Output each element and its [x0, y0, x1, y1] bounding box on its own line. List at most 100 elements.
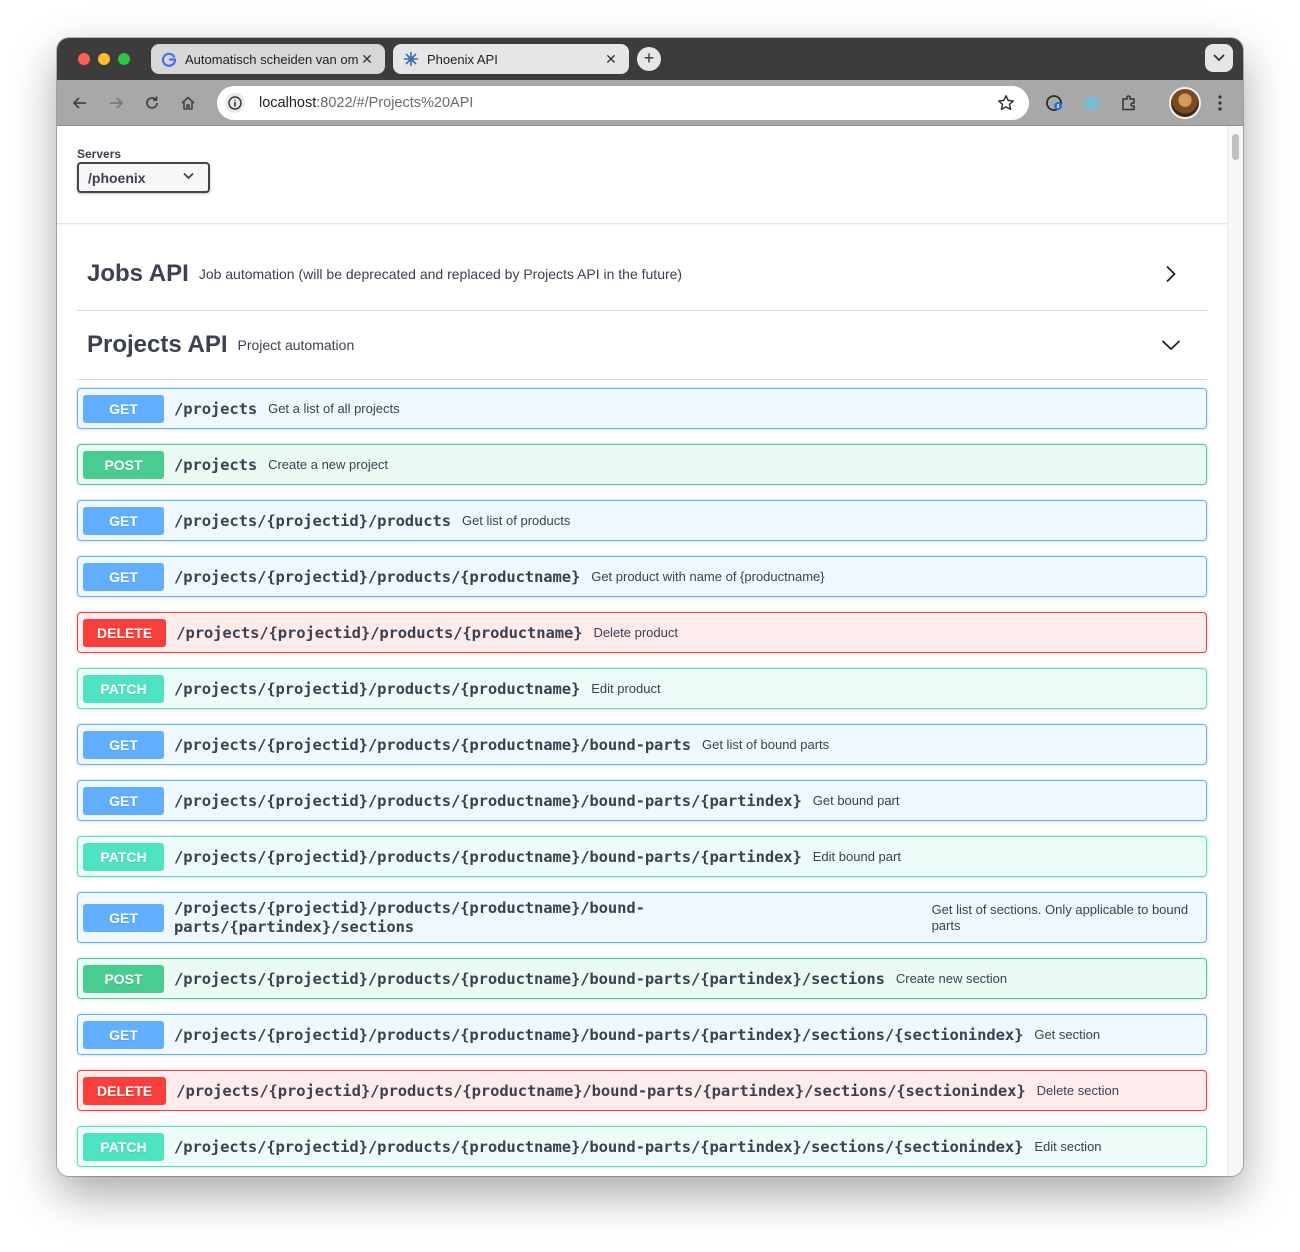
home-button[interactable]: [178, 93, 198, 113]
operation-row[interactable]: POST /projects/{projectid}/products/{pro…: [77, 958, 1207, 999]
operation-row[interactable]: GET /projects/{projectid}/products/{prod…: [77, 1014, 1207, 1055]
minimize-window-button[interactable]: [98, 53, 110, 65]
react-devtools-extension-icon[interactable]: [1082, 93, 1102, 113]
tag-name: Jobs API: [87, 260, 189, 287]
operation-summary: Delete product: [593, 625, 678, 640]
extensions-puzzle-icon[interactable]: [1119, 93, 1139, 113]
browser-window: Automatisch scheiden van om ✕ Phoenix AP…: [57, 38, 1243, 1176]
operation-summary: Get list of products: [461, 513, 571, 528]
operation-summary: Get list of bound parts: [701, 737, 830, 752]
servers-label: Servers: [77, 147, 122, 161]
operation-path: /projects/{projectid}/products/{productn…: [176, 1081, 1026, 1100]
operation-summary: Create a new project: [268, 457, 389, 472]
close-tab-icon[interactable]: ✕: [359, 51, 375, 68]
method-badge: PATCH: [83, 674, 164, 703]
operation-row[interactable]: POST /projects Create a new project: [77, 444, 1207, 485]
operation-summary: Edit bound part: [812, 849, 901, 864]
more-vertical-icon: [1218, 95, 1222, 111]
operations-list: GET /projects Get a list of all projects…: [77, 388, 1207, 1176]
chevron-down-icon[interactable]: [1161, 335, 1181, 355]
page-scrollbar[interactable]: [1227, 126, 1243, 1176]
operation-summary: Edit product: [591, 681, 661, 696]
operation-summary: Get a list of all projects: [268, 401, 400, 416]
method-badge: POST: [83, 964, 164, 993]
operation-row[interactable]: PATCH /projects/{projectid}/products/{pr…: [77, 1126, 1207, 1167]
bookmark-star-icon[interactable]: [997, 94, 1015, 116]
method-badge: DELETE: [83, 618, 167, 647]
operation-path: /projects/{projectid}/products/{productn…: [174, 969, 885, 988]
chevron-right-icon[interactable]: [1161, 264, 1181, 284]
tab-automatisch-scheiden[interactable]: Automatisch scheiden van om ✕: [151, 44, 385, 74]
operation-path: /projects/{projectid}/products/{productn…: [174, 567, 581, 586]
tab-search-button[interactable]: [1205, 44, 1233, 72]
operation-summary: Edit section: [1034, 1139, 1102, 1154]
tab-strip: Automatisch scheiden van om ✕ Phoenix AP…: [57, 38, 1243, 80]
operation-path: /projects/{projectid}/products/{productn…: [174, 679, 581, 698]
method-badge: GET: [83, 394, 164, 423]
operation-path: /projects/{projectid}/products/{productn…: [174, 1137, 1024, 1156]
phoenix-favicon-icon: [403, 51, 419, 67]
operation-summary: Get bound part: [812, 793, 900, 808]
operation-row[interactable]: GET /projects Get a list of all projects: [77, 388, 1207, 429]
password-manager-extension-icon[interactable]: [1045, 93, 1065, 113]
method-badge: GET: [83, 562, 164, 591]
servers-select[interactable]: /phoenix: [77, 162, 210, 193]
tag-projects-api[interactable]: Projects API Project automation: [77, 311, 1207, 380]
method-badge: PATCH: [83, 1132, 164, 1161]
operation-summary: Get list of sections. Only applicable to…: [931, 901, 1189, 933]
operation-path: /projects/{projectid}/products/{productn…: [174, 735, 691, 754]
forward-button[interactable]: [106, 93, 126, 113]
servers-panel: Servers /phoenix: [57, 126, 1227, 223]
method-badge: GET: [83, 506, 164, 535]
method-badge: GET: [83, 786, 164, 815]
close-tab-icon[interactable]: ✕: [603, 51, 619, 68]
tag-name: Projects API: [87, 331, 228, 358]
operation-path: /projects/{projectid}/products/{productn…: [176, 623, 583, 642]
operation-summary: Create new section: [895, 971, 1008, 986]
operation-path: /projects/{projectid}/products/{productn…: [174, 791, 802, 810]
operation-row[interactable]: GET /projects/{projectid}/products/{prod…: [77, 724, 1207, 765]
method-badge: POST: [83, 450, 164, 479]
reload-icon: [146, 96, 158, 109]
method-badge: GET: [83, 730, 164, 759]
fullscreen-window-button[interactable]: [118, 53, 130, 65]
tag-description: Project automation: [237, 337, 355, 353]
browser-menu-button[interactable]: [1210, 93, 1230, 113]
operation-row[interactable]: PATCH /projects/{projectid}/products/{pr…: [77, 668, 1207, 709]
url-path: :8022/#/Projects%20API: [316, 95, 474, 111]
profile-avatar[interactable]: [1169, 87, 1201, 119]
tab-title: Phoenix API: [427, 51, 498, 67]
tag-jobs-api[interactable]: Jobs API Job automation (will be depreca…: [77, 238, 1207, 311]
operation-path: /projects/{projectid}/products: [174, 511, 451, 530]
servers-selected-value: /phoenix: [88, 169, 146, 186]
home-icon: [181, 96, 195, 110]
operation-path: /projects: [174, 455, 258, 474]
scrollbar-thumb[interactable]: [1232, 134, 1239, 160]
operation-row[interactable]: DELETE /projects/{projectid}/products/{p…: [77, 612, 1207, 653]
chevron-down-icon: [1213, 54, 1225, 62]
address-bar[interactable]: localhost:8022/#/Projects%20API: [217, 86, 1029, 120]
operation-summary: Get section: [1034, 1027, 1101, 1042]
operation-summary: Delete section: [1036, 1083, 1119, 1098]
grammarly-favicon-icon: [161, 51, 177, 67]
operation-row[interactable]: DELETE /projects/{projectid}/products/{p…: [77, 1070, 1207, 1111]
reload-button[interactable]: [142, 93, 162, 113]
url-host: localhost: [259, 95, 317, 111]
new-tab-button[interactable]: +: [637, 47, 661, 71]
site-info-icon[interactable]: [225, 93, 245, 113]
operation-row[interactable]: GET /projects/{projectid}/products/{prod…: [77, 892, 1207, 943]
method-badge: PATCH: [83, 842, 164, 871]
operation-row[interactable]: GET /projects/{projectid}/products/{prod…: [77, 780, 1207, 821]
operation-row[interactable]: GET /projects/{projectid}/products/{prod…: [77, 556, 1207, 597]
operation-row[interactable]: PATCH /projects/{projectid}/products/{pr…: [77, 836, 1207, 877]
browser-toolbar: localhost:8022/#/Projects%20API: [57, 80, 1243, 126]
operation-row[interactable]: GET /projects/{projectid}/products Get l…: [77, 500, 1207, 541]
close-window-button[interactable]: [78, 53, 90, 65]
back-button[interactable]: [70, 93, 90, 113]
chevron-down-icon: [183, 172, 194, 180]
swagger-page: Servers /phoenix Jobs API Job automation…: [57, 126, 1227, 1176]
operation-path: /projects/{projectid}/products/{productn…: [174, 1025, 1024, 1044]
tab-title: Automatisch scheiden van om: [185, 51, 359, 67]
tab-phoenix-api[interactable]: Phoenix API ✕: [393, 44, 629, 74]
operation-path: /projects/{projectid}/products/{productn…: [174, 847, 802, 866]
